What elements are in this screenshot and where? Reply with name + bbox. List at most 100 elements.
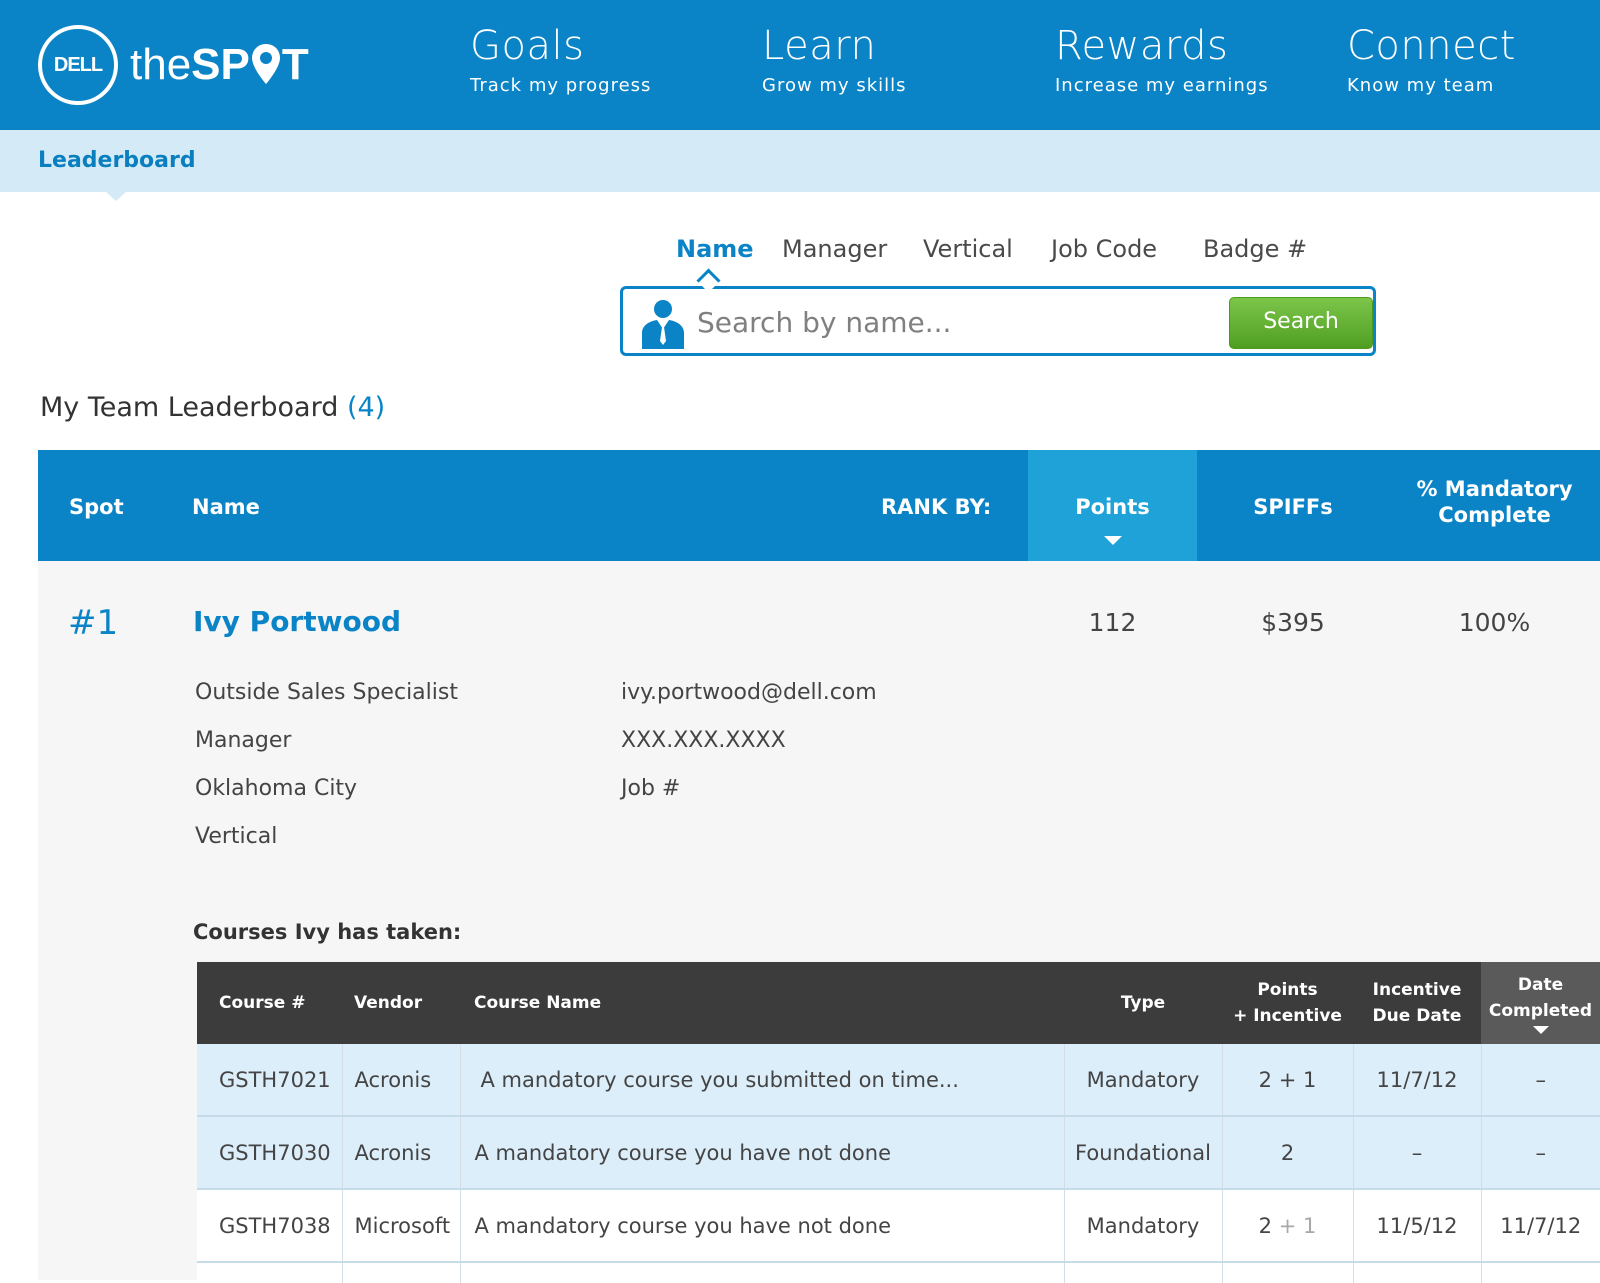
- th-date-completed[interactable]: Date Completed: [1481, 962, 1600, 1044]
- brand-name-bold-2: T: [281, 40, 309, 89]
- brand-name-light: the: [130, 40, 192, 89]
- courses-title: Courses Ivy has taken:: [193, 920, 462, 944]
- cell-points-extra: + 1: [1278, 1213, 1317, 1238]
- nav-learn-subtitle: Grow my skills: [762, 75, 907, 96]
- rank-by-points-button[interactable]: Points: [1028, 450, 1197, 561]
- courses-header-row: Course # Vendor Course Name Type Points …: [197, 962, 1600, 1044]
- sub-nav-bar: Leaderboard: [0, 130, 1600, 192]
- points-value: 112: [1088, 608, 1137, 637]
- cell-type: Mandatory: [1064, 1044, 1223, 1117]
- cell-due-date-overdue: 11/5/12: [1353, 1189, 1482, 1263]
- search-box: Search: [620, 286, 1376, 356]
- header-spot: Spot: [69, 495, 124, 519]
- nav-goals-subtitle: Track my progress: [470, 75, 652, 96]
- email-link[interactable]: ivy.portwood@dell.com: [621, 678, 877, 708]
- nav-learn-title: Learn: [762, 23, 877, 69]
- rank-by-mandatory-button[interactable]: % Mandatory Complete: [1389, 476, 1600, 528]
- job-title: Outside Sales Specialist: [195, 680, 458, 705]
- search-tab-badge[interactable]: Badge #: [1203, 232, 1307, 266]
- table-row[interactable]: GSTH7030 Acronis A mandatory course you …: [197, 1116, 1600, 1190]
- vertical-label: Vertical: [195, 824, 278, 849]
- header-points: Points: [1075, 495, 1150, 519]
- cell-points-base: 2: [1258, 1213, 1273, 1238]
- rank-by-spiffs-button[interactable]: SPIFFs: [1197, 494, 1389, 520]
- cell-course-name: A mandatory course you have not done: [460, 1189, 1065, 1263]
- person-icon: [642, 300, 684, 349]
- table-row[interactable]: GSTH7021 Acronis A mandatory course you …: [197, 1044, 1600, 1117]
- courses-table: Course # Vendor Course Name Type Points …: [197, 962, 1600, 1283]
- header-mandatory-line2: Complete: [1438, 503, 1551, 527]
- person-name-link[interactable]: Ivy Portwood: [193, 603, 401, 641]
- th-type[interactable]: Type: [1064, 962, 1222, 1044]
- top-nav-bar: DELL theSP T Goals Track my progress Lear…: [0, 0, 1600, 130]
- rank-number: #1: [68, 603, 119, 643]
- th-incentive-due-date[interactable]: Incentive Due Date: [1353, 962, 1481, 1044]
- phone-number: XXX.XXX.XXXX: [621, 728, 786, 753]
- spiffs-value: $395: [1261, 608, 1325, 637]
- search-input[interactable]: [695, 297, 1199, 347]
- search-tab-vertical[interactable]: Vertical: [923, 232, 1013, 266]
- cell-type: Foundational: [1064, 1116, 1223, 1190]
- header-rank-by: RANK BY:: [881, 495, 992, 519]
- nav-goals-title: Goals: [470, 23, 585, 69]
- nav-rewards[interactable]: Rewards Increase my earnings: [1055, 22, 1269, 100]
- cell-points: 2 + 1: [1222, 1044, 1354, 1117]
- th-due-line2: Due Date: [1372, 1006, 1462, 1026]
- dell-logo-icon: DELL: [38, 25, 118, 105]
- header-mandatory-line1: % Mandatory: [1416, 477, 1573, 501]
- nav-connect-title: Connect: [1347, 23, 1516, 69]
- brand-name-bold-1: SP: [191, 40, 250, 89]
- subnav-pointer: [106, 192, 126, 201]
- search-tab-name[interactable]: Name: [676, 232, 754, 266]
- sort-down-icon: [1104, 536, 1122, 545]
- nav-connect[interactable]: Connect Know my team: [1347, 22, 1516, 100]
- cell-course-name: A mandatory course you have not done: [460, 1116, 1065, 1190]
- nav-rewards-subtitle: Increase my earnings: [1055, 75, 1269, 96]
- th-course-no[interactable]: Course #: [197, 962, 342, 1044]
- brand-name: theSP T: [130, 35, 309, 95]
- nav-goals[interactable]: Goals Track my progress: [470, 22, 651, 100]
- search-tab-manager[interactable]: Manager: [782, 232, 887, 266]
- location-pin-icon: [251, 44, 280, 84]
- cell-points: 2: [1222, 1116, 1354, 1190]
- cell-date-completed: 11/7/12: [1481, 1189, 1600, 1263]
- cell-course-name: A mandatory course you submitted on time…: [460, 1044, 1065, 1117]
- th-course-name[interactable]: Course Name: [460, 962, 1064, 1044]
- th-points-line1: Points: [1257, 980, 1318, 1000]
- sort-down-icon: [1532, 1026, 1549, 1034]
- th-points-line2: + Incentive: [1233, 1006, 1342, 1026]
- leaderboard-heading: My Team Leaderboard (4): [40, 390, 385, 426]
- search-tab-job-code[interactable]: Job Code: [1051, 232, 1157, 266]
- th-due-line1: Incentive: [1372, 980, 1462, 1000]
- cell-type: Mandatory: [1064, 1189, 1223, 1263]
- city: Oklahoma City: [195, 776, 358, 801]
- nav-rewards-title: Rewards: [1055, 23, 1229, 69]
- cell-course-no: GSTH7021: [197, 1044, 343, 1117]
- th-vendor[interactable]: Vendor: [342, 962, 460, 1044]
- th-completed-line2: Completed: [1488, 1001, 1593, 1021]
- cell-vendor: Acronis: [342, 1116, 461, 1190]
- cell-due-date: –: [1353, 1116, 1482, 1190]
- nav-learn[interactable]: Learn Grow my skills: [762, 22, 907, 100]
- cell-points: 2 + 1: [1222, 1189, 1354, 1263]
- cell-course-no: GSTH7038: [197, 1189, 343, 1263]
- header-name: Name: [192, 495, 260, 519]
- job-number-label: Job #: [621, 776, 681, 801]
- subnav-leaderboard[interactable]: Leaderboard: [38, 146, 196, 176]
- th-completed-line1: Date: [1517, 975, 1564, 995]
- manager-label: Manager: [195, 728, 292, 753]
- cell-date-completed: –: [1481, 1116, 1600, 1190]
- leaderboard-header: Spot Name RANK BY: Points SPIFFs % Manda…: [38, 450, 1600, 561]
- leaderboard-title: My Team Leaderboard: [40, 392, 339, 423]
- cell-date-completed: –: [1481, 1044, 1600, 1117]
- th-points-incentive[interactable]: Points + Incentive: [1222, 962, 1353, 1044]
- nav-connect-subtitle: Know my team: [1347, 75, 1495, 96]
- cell-vendor: Microsoft: [342, 1189, 461, 1263]
- cell-course-no: GSTH7030: [197, 1116, 343, 1190]
- mandatory-value: 100%: [1458, 608, 1531, 637]
- cell-vendor: Acronis: [342, 1044, 461, 1117]
- leaderboard-count: (4): [346, 392, 386, 423]
- table-row[interactable]: GSTH7038 Microsoft A mandatory course yo…: [197, 1189, 1600, 1263]
- cell-due-date: 11/7/12: [1353, 1044, 1482, 1117]
- search-button[interactable]: Search: [1229, 297, 1373, 349]
